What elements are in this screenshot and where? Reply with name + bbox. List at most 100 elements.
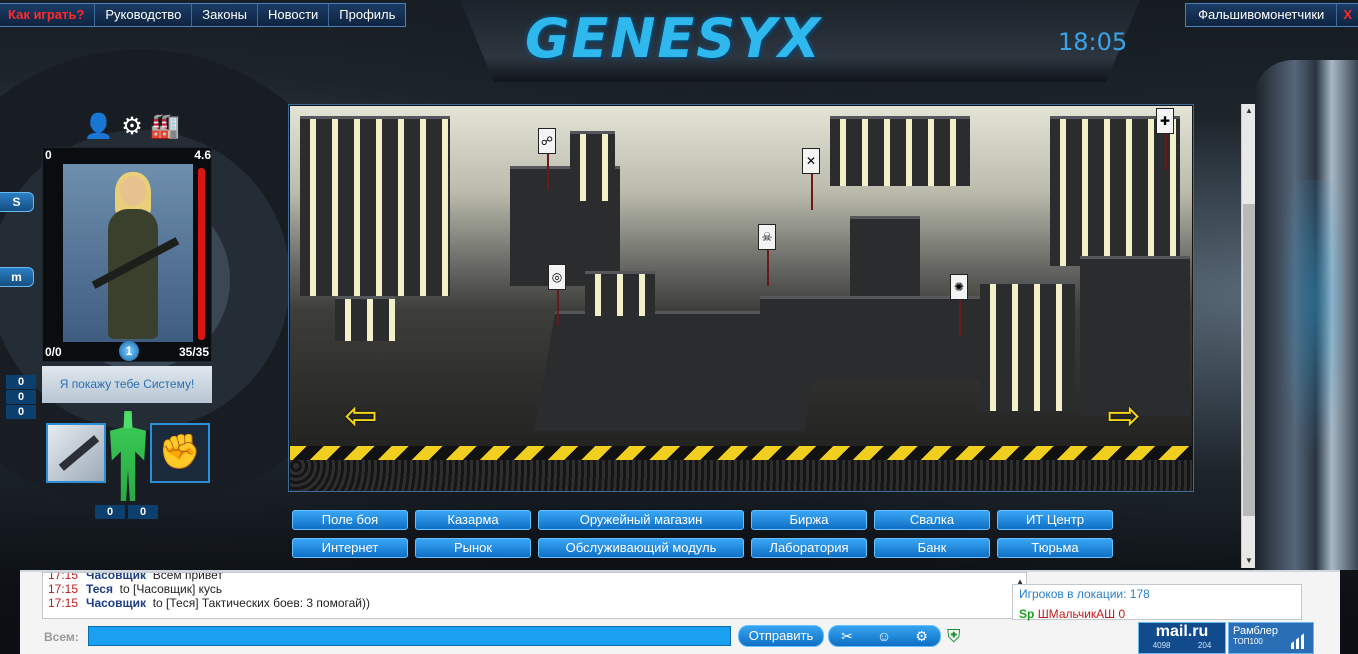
menu-guide[interactable]: Руководство — [95, 4, 193, 26]
menu-how-to-play[interactable]: Как играть? — [0, 4, 96, 26]
arrow-left-icon[interactable]: ⇦ — [322, 396, 400, 436]
scissors-icon[interactable]: ✂ — [841, 628, 853, 645]
location-button[interactable]: Казарма — [415, 510, 531, 530]
rambler-counter[interactable]: Рамблер ТОП100 — [1228, 622, 1314, 654]
location-button[interactable]: Лаборатория — [751, 538, 867, 558]
menu-laws[interactable]: Законы — [192, 4, 258, 26]
shield-icon[interactable]: ⛨ — [947, 626, 961, 647]
send-button[interactable]: Отправить — [738, 625, 824, 647]
side-tab-s[interactable]: S — [0, 192, 34, 212]
ammo-box: 0 — [95, 505, 125, 519]
location-button[interactable]: Оружейный магазин — [538, 510, 744, 530]
scroll-up-icon[interactable]: ▲ — [1242, 104, 1256, 118]
hazard-stripe — [290, 446, 1192, 460]
stat-boxes: 0 0 0 — [6, 375, 36, 420]
location-flag[interactable]: ✚ — [1156, 108, 1174, 170]
building[interactable] — [850, 216, 920, 296]
building[interactable] — [335, 296, 395, 341]
location-flag[interactable]: ✺ — [950, 274, 968, 336]
weapon-slot[interactable] — [46, 423, 106, 483]
building[interactable] — [570, 131, 615, 201]
location-button[interactable]: Свалка — [874, 510, 990, 530]
energy-value: 0/0 — [45, 345, 62, 359]
exp-min: 0 — [45, 148, 52, 162]
location-flag[interactable]: ☠ — [758, 224, 776, 286]
players-count: Игроков в локации: 178 — [1019, 587, 1150, 601]
location-button[interactable]: Поле боя — [292, 510, 408, 530]
building[interactable] — [760, 296, 1000, 381]
mail-counter[interactable]: mail.ru 4098 204 — [1138, 622, 1226, 654]
game-clock: 18:05 — [1058, 28, 1128, 56]
building[interactable] — [1050, 116, 1180, 266]
top-right-menu: Фальшивомонетчики X — [1185, 3, 1358, 27]
location-button[interactable]: Банк — [874, 538, 990, 558]
chat-author[interactable]: Теся — [86, 582, 113, 596]
scroll-down-icon[interactable]: ▼ — [1242, 554, 1256, 568]
chat-author[interactable]: Часовщик — [86, 573, 146, 582]
location-button[interactable]: Обслуживающий модуль — [538, 538, 744, 558]
chat-time: 17:15 — [48, 582, 79, 596]
mail-count-b: 204 — [1197, 641, 1212, 650]
city-scene: ☍ ✕ ◎ ☠ ✺ ✚ ⇦ ⇨ — [290, 106, 1192, 446]
exp-row: 0 4.6 — [43, 148, 211, 163]
user-icon[interactable]: 👤 — [84, 112, 114, 141]
close-button[interactable]: X — [1337, 4, 1358, 26]
location-button[interactable]: Рынок — [415, 538, 531, 558]
chat-message: 17:15 Часовщик: Всем привет — [43, 572, 1026, 582]
menu-profile[interactable]: Профиль — [329, 4, 405, 26]
stat-box: 0 — [6, 375, 36, 389]
smiley-icon[interactable]: ☺ — [877, 628, 891, 644]
menu-news[interactable]: Новости — [258, 4, 330, 26]
location-button[interactable]: ИТ Центр — [997, 510, 1113, 530]
gear-icon[interactable]: ⚙ — [121, 112, 143, 141]
location-button[interactable]: Тюрьма — [997, 538, 1113, 558]
chat-input[interactable] — [88, 626, 731, 646]
online-list[interactable]: Игроков в локации: 178 Sp ШМальчикАШ 0 — [1012, 584, 1302, 621]
character-status[interactable]: Я покажу тебе Систему! — [42, 366, 212, 403]
building[interactable] — [585, 271, 655, 316]
ammo-counters: 0 0 — [95, 505, 158, 519]
health-row: 0/0 1 35/35 — [43, 341, 211, 361]
settings-icon[interactable]: ⚙ — [915, 628, 928, 645]
chat-panel: 17:15 Часовщик: Всем привет 17:15 Теся: to… — [20, 570, 1340, 654]
exp-max: 4.6 — [194, 148, 211, 162]
player-name[interactable]: ШМальчикАШ 0 — [1038, 607, 1125, 621]
location-flag[interactable]: ☍ — [538, 128, 556, 190]
chat-time: 17:15 — [48, 596, 79, 610]
building[interactable] — [830, 116, 970, 186]
location-view: ☍ ✕ ◎ ☠ ✺ ✚ ⇦ ⇨ — [288, 104, 1194, 492]
location-button[interactable]: Биржа — [751, 510, 867, 530]
portrait-head — [120, 176, 146, 206]
chat-log[interactable]: 17:15 Часовщик: Всем привет 17:15 Теся: to… — [42, 572, 1027, 619]
location-flag[interactable]: ◎ — [548, 264, 566, 326]
chat-text: to [Часовщик] кусь — [119, 582, 223, 596]
chat-time: 17:15 — [48, 572, 79, 582]
chat-message: 17:15 Часовщик: to [Теся] Тактических бое… — [48, 596, 370, 610]
chat-message: 17:15 Теся: to [Часовщик] кусь — [48, 582, 223, 596]
chat-tools: ✂ ☺ ⚙ — [828, 625, 941, 647]
scroll-thumb[interactable] — [1243, 204, 1255, 516]
building[interactable] — [1080, 256, 1190, 416]
side-tab-m[interactable]: m — [0, 267, 34, 287]
right-frame-decoration — [1253, 60, 1358, 570]
location-flag[interactable]: ✕ — [802, 148, 820, 210]
factory-icon[interactable]: 🏭 — [150, 112, 180, 141]
level-badge[interactable]: 1 — [119, 341, 139, 361]
page-scrollbar[interactable]: ▲ ▼ — [1241, 104, 1255, 568]
chat-author[interactable]: Часовщик — [86, 596, 146, 610]
stat-box: 0 — [6, 405, 36, 419]
character-portrait[interactable] — [63, 164, 193, 342]
building[interactable] — [980, 281, 1075, 411]
rambler-brand: Рамблер — [1233, 625, 1278, 637]
chat-text: to [Теся] Тактических боев: 3 помогай)) — [152, 596, 370, 610]
fist-icon[interactable]: ✊ — [150, 423, 210, 483]
grill-panel — [290, 460, 1192, 491]
building[interactable] — [300, 116, 450, 296]
arrow-right-icon[interactable]: ⇨ — [1085, 396, 1163, 436]
player-entry[interactable]: Sp ШМальчикАШ 0 — [1019, 607, 1125, 621]
game-logo: GENESYX — [525, 7, 822, 70]
character-panel: 0 4.6 0/0 1 35/35 — [42, 147, 212, 362]
equipment: ✊ — [46, 411, 210, 501]
location-button[interactable]: Интернет — [292, 538, 408, 558]
menu-counterfeiters[interactable]: Фальшивомонетчики — [1186, 4, 1338, 26]
